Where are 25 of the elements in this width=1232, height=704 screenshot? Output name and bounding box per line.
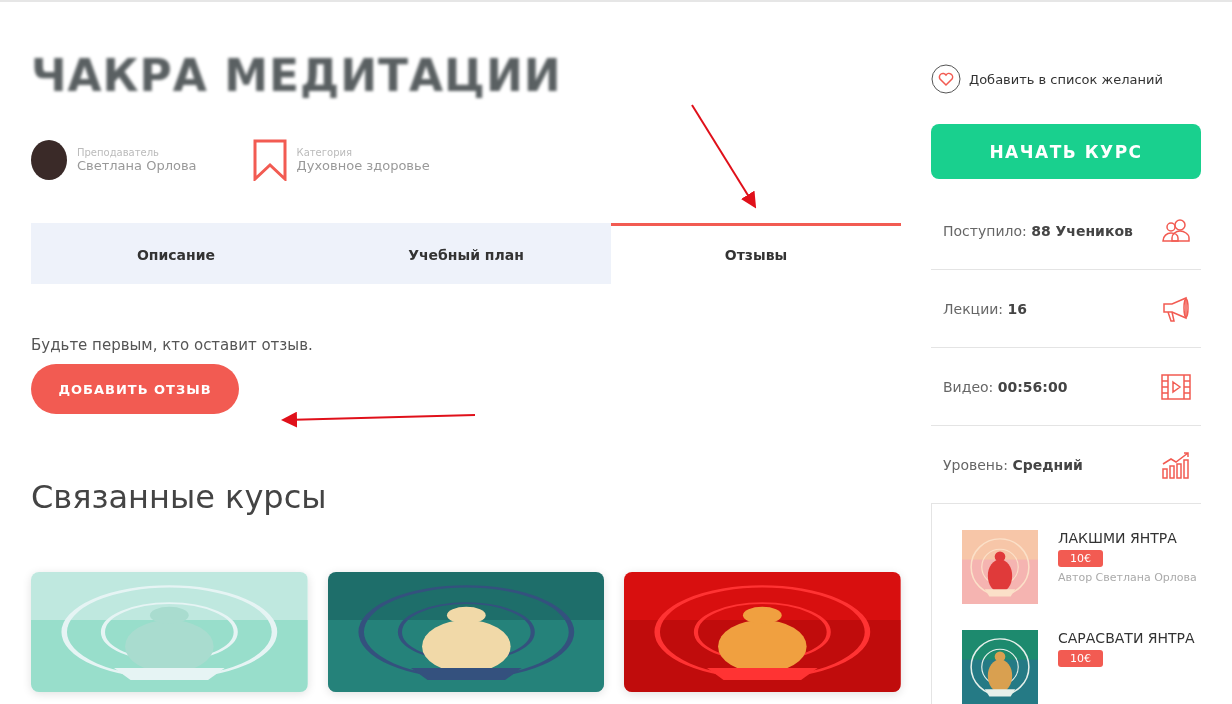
avatar — [31, 140, 67, 180]
megaphone-icon — [1161, 294, 1191, 323]
stat-text: Поступило: 88 Учеников — [943, 222, 1133, 239]
meta-label: Категория — [296, 147, 353, 158]
price-tag: 10€ — [1058, 650, 1103, 667]
stat-text: Уровень: Средний — [943, 456, 1083, 473]
people-icon — [1161, 218, 1191, 243]
author-text: Автор Светлана Орлова — [1058, 571, 1197, 584]
bookmark-icon — [252, 139, 287, 181]
course-title-link[interactable]: ЛАКШМИ ЯНТРА — [1058, 530, 1197, 546]
section-heading: Связанные курсы — [31, 478, 328, 516]
tab[interactable]: Описание — [31, 223, 321, 284]
meta-value: Духовное здоровье — [296, 158, 430, 173]
empty-reviews-text: Будьте первым, кто оставит отзыв. — [31, 336, 314, 354]
meta-value: Светлана Орлова — [77, 158, 197, 173]
course-title: ЧАКРА МЕДИТАЦИИ — [31, 50, 563, 101]
growth-chart-icon — [1161, 450, 1191, 479]
course-title-link[interactable]: САРАСВАТИ ЯНТРА — [1058, 630, 1195, 646]
stat-text: Видео: 00:56:00 — [943, 378, 1068, 395]
tab[interactable]: Учебный план — [321, 223, 611, 284]
stat-text: Лекции: 16 — [943, 300, 1027, 317]
meta-label: Преподаватель — [77, 147, 160, 158]
wishlist-link[interactable]: Добавить в список желаний — [969, 71, 1163, 87]
film-play-icon — [1161, 373, 1191, 400]
price-tag: 10€ — [1058, 550, 1103, 567]
